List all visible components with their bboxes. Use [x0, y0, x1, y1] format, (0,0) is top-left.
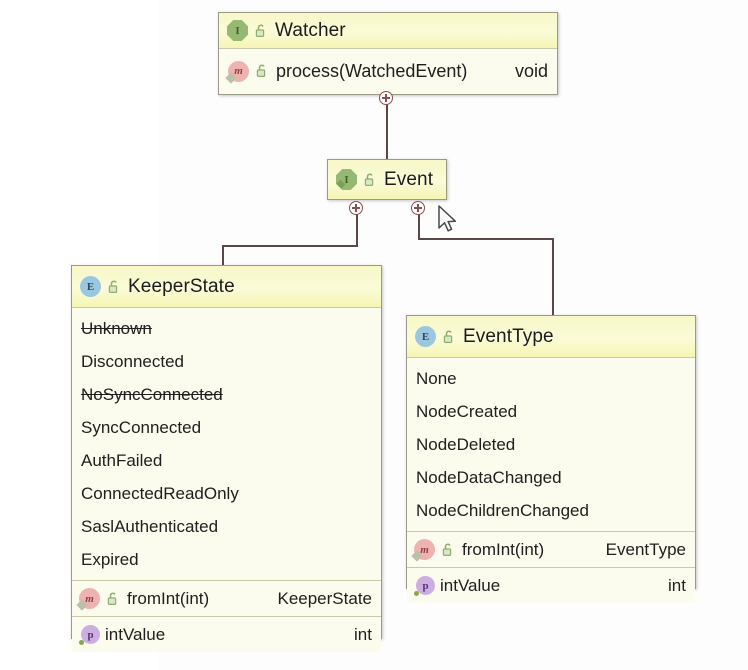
enum-constant-row[interactable]: SaslAuthenticated — [72, 510, 381, 543]
field-section-keeperstate: p intValue int — [72, 616, 381, 652]
class-header-event: I Event — [328, 160, 446, 199]
field-name: intValue — [440, 575, 501, 595]
unlocked-padlock-icon — [106, 591, 121, 607]
class-box-watcher[interactable]: I Watcher m process(WatchedEvent) void — [218, 12, 558, 95]
unlocked-padlock-icon — [255, 63, 270, 79]
expand-node-event-right[interactable] — [411, 201, 425, 215]
method-return-type: EventType — [605, 539, 686, 559]
enum-constant-label: ConnectedReadOnly — [81, 483, 239, 503]
unlocked-padlock-icon — [254, 23, 269, 39]
enum-constant-row[interactable]: NodeDeleted — [407, 428, 695, 461]
expand-node-watcher[interactable] — [379, 91, 393, 105]
enum-icon: E — [80, 276, 101, 297]
member-row-process[interactable]: m process(WatchedEvent) void — [219, 52, 557, 90]
enum-constant-row[interactable]: Unknown — [72, 312, 381, 345]
enum-constant-row[interactable]: None — [407, 362, 695, 395]
unlocked-padlock-icon — [363, 172, 378, 188]
enum-constant-row[interactable]: NodeDataChanged — [407, 461, 695, 494]
class-box-keeperstate[interactable]: E KeeperState Unknown Disconnected NoSyn… — [71, 265, 382, 652]
interface-icon: I — [336, 169, 357, 190]
enum-constant-label: Disconnected — [81, 351, 185, 371]
field-type: int — [354, 624, 372, 644]
unlocked-padlock-icon — [107, 279, 122, 295]
expand-node-event-left[interactable] — [349, 201, 363, 215]
enum-constant-label: NodeChildrenChanged — [416, 500, 589, 520]
enum-icon: E — [415, 326, 436, 347]
constant-section-eventtype: None NodeCreated NodeDeleted NodeDataCha… — [407, 358, 695, 531]
enum-constant-label: NoSyncConnected — [81, 384, 223, 404]
method-return-type: void — [514, 60, 548, 81]
enum-constant-row[interactable]: Expired — [72, 543, 381, 576]
enum-constant-label: SyncConnected — [81, 417, 202, 437]
unlocked-padlock-icon — [442, 329, 457, 345]
enum-constant-label: SaslAuthenticated — [81, 516, 219, 536]
class-name-eventtype: EventType — [463, 325, 554, 347]
connector-event-to-eventtype-drop — [552, 238, 554, 316]
field-type: int — [668, 575, 686, 595]
member-row-intvalue[interactable]: p intValue int — [72, 618, 381, 651]
field-name: intValue — [105, 624, 166, 644]
enum-constant-label: AuthFailed — [81, 450, 163, 470]
class-name-event: Event — [384, 168, 434, 190]
class-header-keeperstate: E KeeperState — [72, 266, 381, 308]
class-box-event[interactable]: I Event — [327, 159, 447, 200]
method-icon: m — [79, 588, 100, 609]
class-header-watcher: I Watcher — [219, 13, 557, 49]
interface-icon: I — [227, 20, 248, 41]
enum-constant-label: Expired — [81, 549, 139, 569]
method-signature: fromInt(int) — [127, 588, 210, 608]
class-name-watcher: Watcher — [275, 19, 346, 41]
method-section-eventtype: m fromInt(int) EventType — [407, 531, 695, 567]
enum-constant-label: Unknown — [81, 318, 152, 338]
enum-constant-label: NodeCreated — [416, 401, 518, 421]
method-signature: process(WatchedEvent) — [276, 60, 468, 81]
method-icon: m — [228, 60, 249, 82]
enum-constant-row[interactable]: ConnectedReadOnly — [72, 477, 381, 510]
enum-constant-label: NodeDataChanged — [416, 467, 562, 487]
method-section-keeperstate: m fromInt(int) KeeperState — [72, 580, 381, 616]
enum-constant-row[interactable]: SyncConnected — [72, 411, 381, 444]
class-box-eventtype[interactable]: E EventType None NodeCreated NodeDeleted… — [406, 315, 696, 603]
property-icon: p — [79, 625, 100, 645]
enum-constant-row[interactable]: NoSyncConnected — [72, 378, 381, 411]
connector-event-to-eventtype-horizontal — [418, 238, 553, 240]
method-return-type: KeeperState — [277, 588, 372, 608]
constant-section-keeperstate: Unknown Disconnected NoSyncConnected Syn… — [72, 308, 381, 580]
enum-constant-label: NodeDeleted — [416, 434, 516, 454]
mouse-pointer-icon — [438, 205, 457, 232]
member-row-intvalue[interactable]: p intValue int — [407, 569, 695, 602]
field-section-eventtype: p intValue int — [407, 567, 695, 603]
member-section-watcher: m process(WatchedEvent) void — [219, 49, 557, 93]
enum-constant-row[interactable]: Disconnected — [72, 345, 381, 378]
enum-constant-row[interactable]: AuthFailed — [72, 444, 381, 477]
method-icon: m — [414, 539, 435, 560]
enum-constant-row[interactable]: NodeCreated — [407, 395, 695, 428]
uml-diagram-canvas: I Watcher m process(WatchedEvent) void I… — [0, 0, 748, 670]
connector-event-to-keeperstate-horizontal — [222, 245, 358, 247]
member-row-fromint[interactable]: m fromInt(int) EventType — [407, 533, 695, 566]
member-row-fromint[interactable]: m fromInt(int) KeeperState — [72, 582, 381, 615]
method-signature: fromInt(int) — [462, 539, 545, 559]
unlocked-padlock-icon — [441, 542, 456, 558]
enum-constant-row[interactable]: NodeChildrenChanged — [407, 494, 695, 527]
class-header-eventtype: E EventType — [407, 316, 695, 358]
class-name-keeperstate: KeeperState — [128, 275, 235, 297]
property-icon: p — [414, 576, 435, 596]
enum-constant-label: None — [416, 368, 457, 388]
connector-watcher-to-event — [386, 97, 388, 162]
